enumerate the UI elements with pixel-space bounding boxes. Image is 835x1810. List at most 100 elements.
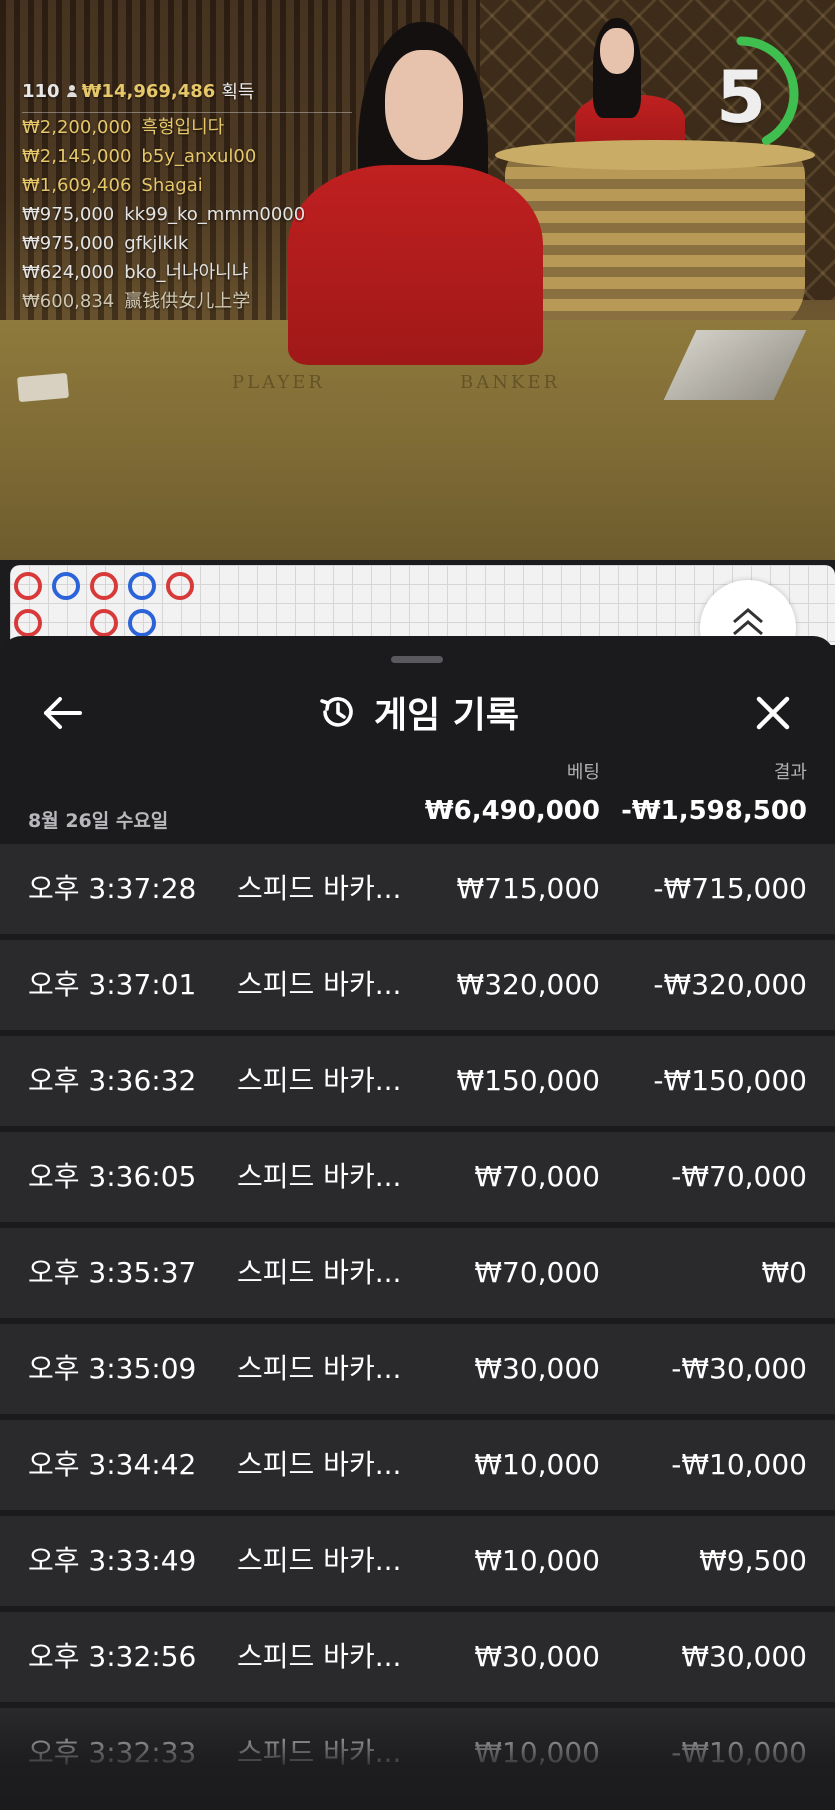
road-marker [128,609,156,637]
game-history-sheet: 게임 기록 베팅 결과 8월 26일 수요일 ₩6,490,000 -₩1,59… [0,636,835,1810]
history-icon [320,697,353,727]
game-name: 스피드 바카... [237,1736,402,1769]
leaderboard-amount: ₩600,834 [22,291,115,312]
road-marker [90,609,118,637]
leaderboard-username: gfkjlklk [124,233,189,254]
result-amount: -₩10,000 [671,1736,807,1769]
round-time: 오후 3:35:09 [28,1352,197,1385]
leaderboard-entry: ₩624,000 bko_너나아니냐 [22,258,352,287]
leaderboard-amount: ₩2,145,000 [22,146,132,167]
leaderboard-list: ₩2,200,000 흑형입니다 ₩2,145,000 b5y_anxul00 ₩1,6… [22,113,352,316]
round-time: 오후 3:33:49 [28,1544,197,1577]
road-marker [52,572,80,600]
result-amount: -₩10,000 [671,1448,807,1481]
result-amount: ₩9,500 [699,1544,807,1577]
date-heading: 8월 26일 수요일 [28,810,169,832]
game-name: 스피드 바카... [237,968,402,1001]
players-count: 110 [22,80,60,102]
bet-amount: ₩715,000 [456,872,600,905]
history-row[interactable]: 오후 3:37:28 스피드 바카... ₩715,000 -₩715,000 [0,844,835,934]
result-amount: ₩0 [761,1256,808,1289]
history-row[interactable]: 오후 3:35:09 스피드 바카... ₩30,000 -₩30,000 [0,1324,835,1414]
bet-amount: ₩320,000 [456,968,600,1001]
road-marker [128,572,156,600]
leaderboard-entry: ₩600,834 赢钱供女儿上学 [22,287,352,316]
player-area-label: PLAYER [232,372,325,393]
result-amount: -₩715,000 [653,872,807,905]
history-row[interactable]: 오후 3:37:01 스피드 바카... ₩320,000 -₩320,000 [0,940,835,1030]
round-time: 오후 3:32:56 [28,1640,197,1673]
page-title: 게임 기록 [373,695,519,736]
live-video-stream[interactable]: PLAYER BANKER 110 ₩14,969,486 획득 ₩2,200,… [0,0,835,560]
round-time: 오후 3:36:05 [28,1160,197,1193]
leaderboard-entry: ₩2,200,000 흑형입니다 [22,113,352,142]
game-name: 스피드 바카... [237,872,402,905]
sheet-title: 게임 기록 [0,682,835,742]
history-row[interactable]: 오후 3:36:05 스피드 바카... ₩70,000 -₩70,000 [0,1132,835,1222]
bet-column-header: 베팅 [566,762,600,783]
total-bet: ₩6,490,000 [424,796,600,826]
round-time: 오후 3:37:01 [28,968,197,1001]
leaderboard-entry: ₩975,000 kk99_ko_mmm0000 [22,200,352,229]
bet-amount: ₩30,000 [474,1640,600,1673]
history-row[interactable]: 오후 3:34:42 스피드 바카... ₩10,000 -₩10,000 [0,1420,835,1510]
person-icon [66,84,78,98]
leaderboard-amount: ₩2,200,000 [22,117,132,138]
road-marker [14,609,42,637]
leaderboard-amount: ₩975,000 [22,233,115,254]
bet-amount: ₩10,000 [474,1736,600,1769]
countdown-value: 5 [715,55,767,139]
card-stack [17,372,69,403]
bet-amount: ₩150,000 [456,1064,600,1097]
leaderboard-amount: ₩975,000 [22,204,115,225]
leaderboard-username: 赢钱供女儿上学 [124,291,251,312]
history-row[interactable]: 오후 3:33:49 스피드 바카... ₩10,000 ₩9,500 [0,1516,835,1606]
close-icon [756,696,790,730]
leaderboard-username: b5y_anxul00 [141,146,257,167]
round-time: 오후 3:37:28 [28,872,197,905]
result-column-header: 결과 [773,762,807,783]
chevron-up-icon [733,608,763,636]
close-button[interactable] [748,688,798,738]
leaderboard-amount: ₩624,000 [22,262,115,283]
countdown-timer: 5 [683,30,802,152]
leaderboard-username: 흑형입니다 [141,117,225,138]
history-row[interactable]: 오후 3:35:37 스피드 바카... ₩70,000 ₩0 [0,1228,835,1318]
game-name: 스피드 바카... [237,1160,402,1193]
leaderboard-amount: ₩1,609,406 [22,175,132,196]
bet-amount: ₩70,000 [474,1160,600,1193]
game-name: 스피드 바카... [237,1544,402,1577]
leaderboard-entry: ₩2,145,000 b5y_anxul00 [22,142,352,171]
bet-amount: ₩30,000 [474,1352,600,1385]
leaderboard-entry: ₩1,609,406 Shagai [22,171,352,200]
bet-amount: ₩10,000 [474,1448,600,1481]
card-wheel [505,145,805,335]
total-won: ₩14,969,486 [81,80,216,102]
leaderboard-entry: ₩975,000 gfkjlklk [22,229,352,258]
result-amount: -₩150,000 [653,1064,807,1097]
bet-amount: ₩70,000 [474,1256,600,1289]
result-amount: -₩320,000 [653,968,807,1001]
game-name: 스피드 바카... [237,1256,402,1289]
round-time: 오후 3:32:33 [28,1736,197,1769]
history-row[interactable]: 오후 3:36:32 스피드 바카... ₩150,000 -₩150,000 [0,1036,835,1126]
total-result: -₩1,598,500 [621,796,807,826]
game-name: 스피드 바카... [237,1352,402,1385]
history-row[interactable]: 오후 3:32:56 스피드 바카... ₩30,000 ₩30,000 [0,1612,835,1702]
banker-area-label: BANKER [460,372,561,393]
leaderboard-username: kk99_ko_mmm0000 [124,204,306,225]
leaderboard-header: 110 ₩14,969,486 획득 [22,78,352,113]
road-marker [166,572,194,600]
leaderboard-username: bko_너나아니냐 [124,262,249,283]
sheet-drag-handle[interactable] [391,656,443,663]
result-amount: -₩70,000 [671,1160,807,1193]
game-name: 스피드 바카... [237,1448,402,1481]
history-row[interactable]: 오후 3:32:33 스피드 바카... ₩10,000 -₩10,000 [0,1708,835,1798]
round-time: 오후 3:36:32 [28,1064,197,1097]
leaderboard-username: Shagai [141,175,203,196]
result-amount: ₩30,000 [681,1640,807,1673]
game-name: 스피드 바카... [237,1064,402,1097]
round-time: 오후 3:35:37 [28,1256,197,1289]
round-time: 오후 3:34:42 [28,1448,197,1481]
road-marker [14,572,42,600]
